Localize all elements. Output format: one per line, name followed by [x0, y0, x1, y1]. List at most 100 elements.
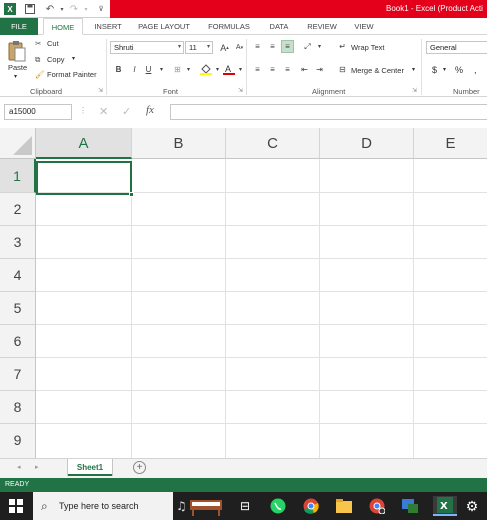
comma-style-icon[interactable]: ,: [474, 65, 477, 75]
tab-formulas[interactable]: FORMULAS: [204, 18, 254, 35]
clipboard-launcher-icon[interactable]: ⇲: [98, 87, 103, 94]
number-format-dropdown[interactable]: General: [426, 41, 487, 54]
taskbar-search-input[interactable]: ⌕ Type here to search: [33, 492, 173, 520]
undo-icon[interactable]: ↶: [44, 3, 56, 15]
column-header-d[interactable]: D: [320, 128, 414, 159]
column-header-a[interactable]: A: [36, 128, 132, 159]
tab-insert[interactable]: INSERT: [90, 18, 126, 35]
enter-icon[interactable]: ✓: [122, 105, 131, 118]
sheet-tab-sheet1[interactable]: Sheet1: [68, 459, 112, 476]
copy-icon[interactable]: ⧉: [35, 55, 40, 65]
borders-dropdown-icon[interactable]: ▾: [182, 63, 195, 76]
paste-dropdown-icon[interactable]: ▾: [14, 73, 17, 80]
column-header-b[interactable]: B: [132, 128, 226, 159]
windows-start-icon[interactable]: [6, 496, 26, 516]
align-middle-icon[interactable]: ≡: [266, 40, 279, 53]
merge-dropdown-icon[interactable]: ▾: [412, 66, 415, 73]
cut-icon[interactable]: ✂: [35, 39, 41, 48]
increase-font-icon[interactable]: A ▴: [218, 41, 231, 54]
tab-file[interactable]: FILE: [0, 18, 38, 35]
underline-dropdown-icon[interactable]: ▾: [155, 63, 168, 76]
tab-view[interactable]: VIEW: [350, 18, 378, 35]
format-painter-icon[interactable]: 🖌: [35, 70, 45, 79]
select-all-corner[interactable]: [0, 128, 36, 159]
tab-data[interactable]: DATA: [264, 18, 294, 35]
row-header-9[interactable]: 9: [0, 424, 36, 460]
currency-dropdown-icon[interactable]: ▾: [443, 66, 446, 73]
font-launcher-icon[interactable]: ⇲: [238, 87, 243, 94]
settings-gear-icon[interactable]: ⚙: [462, 496, 482, 516]
formula-input[interactable]: [170, 104, 487, 120]
customize-icon[interactable]: ⊽: [95, 3, 107, 15]
row-header-8[interactable]: 8: [0, 391, 36, 424]
copy-dropdown-icon[interactable]: ▾: [72, 55, 75, 62]
currency-button[interactable]: $: [432, 65, 437, 75]
row-header-6[interactable]: 6: [0, 325, 36, 358]
alignment-launcher-icon[interactable]: ⇲: [412, 87, 417, 94]
chrome-profile-icon[interactable]: [367, 496, 387, 516]
copy-button[interactable]: Copy: [47, 55, 65, 64]
increase-indent-icon[interactable]: ⇥: [313, 63, 326, 76]
font-name-value: Shruti: [114, 43, 134, 52]
align-right-icon[interactable]: ≡: [281, 63, 294, 76]
align-center-icon[interactable]: ≡: [266, 63, 279, 76]
wrap-text-icon[interactable]: ↵: [336, 40, 349, 53]
align-left-icon[interactable]: ≡: [251, 63, 264, 76]
column-header-e[interactable]: E: [414, 128, 487, 159]
music-piano-icon[interactable]: ♫: [175, 496, 225, 516]
row-header-5[interactable]: 5: [0, 292, 36, 325]
search-placeholder: Type here to search: [59, 501, 139, 511]
wrap-text-button[interactable]: Wrap Text: [351, 43, 385, 52]
whatsapp-icon[interactable]: [268, 496, 288, 516]
redo-icon[interactable]: ↷: [68, 3, 80, 15]
svg-text:♫: ♫: [176, 499, 187, 513]
underline-button[interactable]: U: [142, 63, 155, 76]
app-window-icon[interactable]: [400, 496, 420, 516]
save-icon[interactable]: [24, 3, 36, 15]
excel-taskbar-icon[interactable]: X: [433, 496, 457, 516]
cancel-icon[interactable]: ✕: [99, 105, 108, 118]
font-name-dropdown[interactable]: Shruti ▾: [110, 41, 184, 54]
row-header-1[interactable]: 1: [0, 159, 36, 193]
format-painter-button[interactable]: Format Painter: [47, 70, 97, 79]
fill-handle[interactable]: [129, 192, 134, 197]
percent-button[interactable]: %: [455, 65, 463, 75]
insert-function-button[interactable]: fx: [146, 104, 154, 116]
orientation-dropdown-icon[interactable]: ▾: [313, 40, 326, 53]
tab-page-layout[interactable]: PAGE LAYOUT: [134, 18, 194, 35]
align-top-icon[interactable]: ≡: [251, 40, 264, 53]
merge-center-icon[interactable]: ⊟: [336, 63, 349, 76]
font-size-dropdown[interactable]: 11 ▾: [185, 41, 213, 54]
paste-label[interactable]: Paste: [8, 63, 27, 72]
column-header-c[interactable]: C: [226, 128, 320, 159]
row-header-2[interactable]: 2: [0, 193, 36, 226]
chevron-down-icon: ▾: [177, 44, 181, 50]
bold-button[interactable]: B: [112, 63, 125, 76]
italic-button[interactable]: I: [128, 63, 141, 76]
row-header-4[interactable]: 4: [0, 259, 36, 292]
task-view-icon[interactable]: ⊟: [235, 496, 255, 516]
undo-dropdown-icon[interactable]: ▾: [56, 3, 68, 15]
merge-center-button[interactable]: Merge & Center: [351, 66, 404, 75]
align-bottom-icon[interactable]: ≡: [281, 40, 294, 53]
row-header-3[interactable]: 3: [0, 226, 36, 259]
paste-icon[interactable]: [7, 40, 27, 62]
redo-dropdown-icon[interactable]: ▾: [80, 3, 92, 15]
file-explorer-icon[interactable]: [334, 496, 354, 516]
title-bar: X ↶ ▾ ↷ ▾ ⊽ Book1 - Excel (Product Acti: [0, 0, 487, 18]
decrease-font-icon[interactable]: A ▾: [233, 41, 246, 54]
scroll-left-icon[interactable]: ◂: [17, 463, 21, 471]
gridline: [36, 225, 487, 226]
decrease-indent-icon[interactable]: ⇤: [298, 63, 311, 76]
cut-button[interactable]: Cut: [47, 39, 59, 48]
row-header-7[interactable]: 7: [0, 358, 36, 391]
tab-review[interactable]: REVIEW: [302, 18, 342, 35]
chrome-icon[interactable]: [301, 496, 321, 516]
gridline: [319, 159, 320, 460]
tab-home[interactable]: HOME: [43, 18, 83, 35]
add-sheet-icon[interactable]: +: [133, 461, 146, 474]
active-cell-a1[interactable]: [36, 161, 134, 197]
font-group-label: Font: [163, 87, 179, 96]
scroll-right-icon[interactable]: ▸: [35, 463, 39, 471]
name-box[interactable]: a15000: [4, 104, 72, 120]
